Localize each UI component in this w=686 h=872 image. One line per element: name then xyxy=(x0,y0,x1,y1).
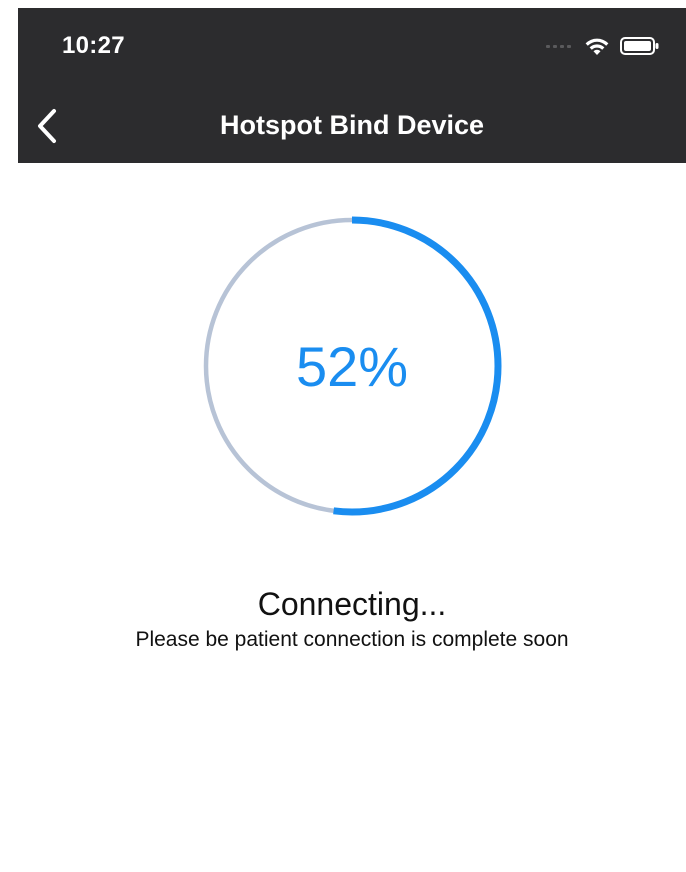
connection-status-subtitle: Please be patient connection is complete… xyxy=(135,628,569,651)
progress-percent: 52% xyxy=(295,334,409,398)
battery-icon xyxy=(620,37,659,55)
status-time: 10:27 xyxy=(62,32,125,59)
header-bar: 10:27 Hotspot Bind Device xyxy=(18,8,686,163)
wifi-icon xyxy=(585,38,609,55)
cellular-signal-icon xyxy=(546,44,574,48)
app-screen: 10:27 Hotspot Bind Device 52% Connecting… xyxy=(18,8,686,872)
page-title: Hotspot Bind Device xyxy=(219,110,485,140)
status-icons xyxy=(546,36,660,56)
progress-ring: 52% xyxy=(200,214,504,518)
connection-status-title: Connecting... xyxy=(257,586,447,622)
